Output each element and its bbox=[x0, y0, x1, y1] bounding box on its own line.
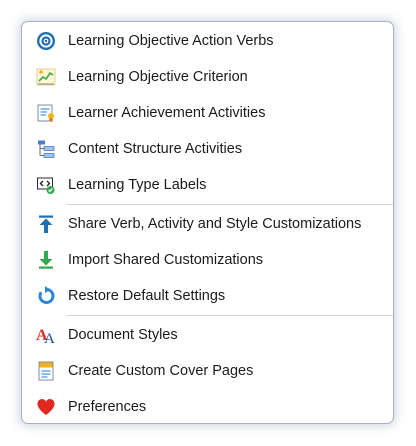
cover-page-icon bbox=[35, 360, 57, 382]
menu-item-document-styles[interactable]: A A Document Styles bbox=[22, 317, 393, 353]
heart-icon bbox=[35, 396, 57, 418]
menu-item-create-custom-cover-pages[interactable]: Create Custom Cover Pages bbox=[22, 353, 393, 389]
menu-item-label: Learning Objective Criterion bbox=[68, 69, 248, 85]
menu-item-learning-type-labels[interactable]: Learning Type Labels bbox=[22, 167, 393, 203]
menu-item-label: Create Custom Cover Pages bbox=[68, 363, 254, 379]
download-arrow-icon bbox=[35, 249, 57, 271]
menu-item-label: Content Structure Activities bbox=[68, 141, 243, 157]
menu-item-label: Learning Type Labels bbox=[68, 177, 207, 193]
menu-item-label: Document Styles bbox=[68, 327, 178, 343]
menu-item-share-customizations[interactable]: Share Verb, Activity and Style Customiza… bbox=[22, 206, 393, 242]
menu-separator bbox=[66, 204, 393, 205]
svg-text:A: A bbox=[44, 331, 55, 345]
menu-item-learning-objective-criterion[interactable]: Learning Objective Criterion bbox=[22, 59, 393, 95]
menu-item-label: Learner Achievement Activities bbox=[68, 105, 266, 121]
dropdown-menu: Learning Objective Action Verbs Learning… bbox=[21, 21, 394, 424]
menu-item-label: Share Verb, Activity and Style Customiza… bbox=[68, 216, 362, 232]
text-styles-icon: A A bbox=[35, 324, 57, 346]
menu-item-preferences[interactable]: Preferences bbox=[22, 389, 393, 425]
menu-item-restore-default-settings[interactable]: Restore Default Settings bbox=[22, 278, 393, 314]
upload-arrow-icon bbox=[35, 213, 57, 235]
line-chart-icon bbox=[35, 66, 57, 88]
code-tag-check-icon bbox=[35, 174, 57, 196]
certificate-icon bbox=[35, 102, 57, 124]
menu-separator bbox=[66, 315, 393, 316]
menu-item-import-shared-customizations[interactable]: Import Shared Customizations bbox=[22, 242, 393, 278]
target-icon bbox=[35, 30, 57, 52]
menu-item-label: Learning Objective Action Verbs bbox=[68, 33, 274, 49]
menu-item-label: Restore Default Settings bbox=[68, 288, 226, 304]
menu-item-label: Preferences bbox=[68, 399, 147, 415]
menu-item-learning-objective-action-verbs[interactable]: Learning Objective Action Verbs bbox=[22, 23, 393, 59]
menu-item-content-structure-activities[interactable]: Content Structure Activities bbox=[22, 131, 393, 167]
menu-item-label: Import Shared Customizations bbox=[68, 252, 264, 268]
menu-item-learner-achievement-activities[interactable]: Learner Achievement Activities bbox=[22, 95, 393, 131]
restore-icon bbox=[35, 285, 57, 307]
tree-structure-icon bbox=[35, 138, 57, 160]
